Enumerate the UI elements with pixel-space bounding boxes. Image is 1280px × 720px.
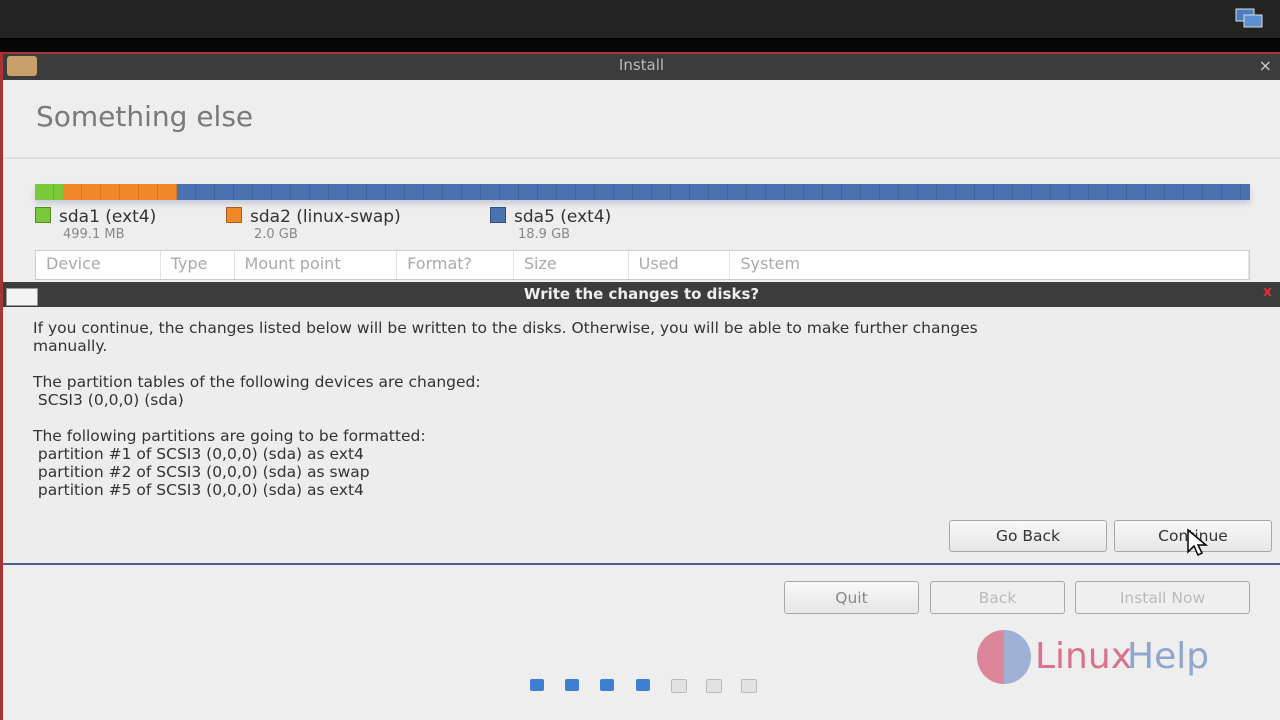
network-icon[interactable] <box>1230 7 1266 31</box>
page-title: Something else <box>36 100 254 133</box>
format-item: partition #2 of SCSI3 (0,0,0) (sda) as s… <box>33 463 370 481</box>
partition-table-header: Device Type Mount point Format? Size Used Syst… <box>35 250 1250 280</box>
quit-button[interactable]: Quit <box>784 581 919 614</box>
partition-legend-item: sda5 (ext4) 18.9 GB <box>490 207 611 242</box>
partition-segment <box>177 184 1250 200</box>
partition-segment <box>35 184 63 200</box>
partition-legend-item: sda2 (linux-swap) 2.0 GB <box>226 207 401 242</box>
progress-step-dot <box>565 679 579 691</box>
format-item: partition #5 of SCSI3 (0,0,0) (sda) as e… <box>33 481 364 499</box>
column-header[interactable]: Mount point <box>235 251 398 279</box>
partition-name: sda1 (ext4) <box>59 207 157 227</box>
panel-gap <box>0 38 1280 52</box>
column-header[interactable]: Format? <box>397 251 514 279</box>
divider <box>3 157 1280 159</box>
column-header[interactable]: Type <box>161 251 235 279</box>
partition-color-swatch <box>490 207 506 223</box>
dialog-intro: If you continue, the changes listed belo… <box>33 319 978 355</box>
watermark-text-help: Help <box>1127 636 1210 677</box>
partition-color-swatch <box>226 207 242 223</box>
mouse-cursor-icon <box>1187 528 1209 557</box>
back-button[interactable]: Back <box>930 581 1065 614</box>
format-header: The following partitions are going to be… <box>33 427 426 445</box>
progress-step-dot <box>636 679 650 691</box>
format-item: partition #1 of SCSI3 (0,0,0) (sda) as e… <box>33 445 364 463</box>
progress-step-dot <box>741 679 757 693</box>
top-panel <box>0 0 1280 38</box>
partition-color-swatch <box>35 207 51 223</box>
partition-name: sda5 (ext4) <box>514 207 612 227</box>
linuxhelp-watermark: Linux Help <box>975 628 1235 688</box>
progress-step-dot <box>600 679 614 691</box>
dialog-window-icon <box>6 288 38 306</box>
window-title: Install <box>618 56 665 74</box>
column-header[interactable]: Device <box>36 251 161 279</box>
install-now-button[interactable]: Install Now <box>1075 581 1250 614</box>
column-header[interactable]: Size <box>514 251 629 279</box>
tables-item: SCSI3 (0,0,0) (sda) <box>33 391 184 409</box>
window-titlebar: Install × <box>3 54 1280 80</box>
window-close-button[interactable]: × <box>1259 55 1272 77</box>
progress-step-dot <box>706 679 722 693</box>
column-header[interactable]: Used <box>629 251 731 279</box>
partition-legend-item: sda1 (ext4) 499.1 MB <box>35 207 156 242</box>
dialog-title: Write the changes to disks? <box>523 285 760 303</box>
go-back-button[interactable]: Go Back <box>949 520 1107 552</box>
dialog-close-button[interactable]: x <box>1263 284 1272 300</box>
partition-size: 2.0 GB <box>254 227 298 242</box>
progress-step-dot <box>530 679 544 691</box>
partition-size: 499.1 MB <box>63 227 125 242</box>
tables-header: The partition tables of the following de… <box>33 373 481 391</box>
partition-name: sda2 (linux-swap) <box>250 207 401 227</box>
column-header[interactable]: System <box>730 251 1249 279</box>
dialog-titlebar: Write the changes to disks? <box>3 282 1280 307</box>
linuxhelp-logo-icon <box>977 630 1031 684</box>
partition-size: 18.9 GB <box>518 227 571 242</box>
progress-step-dot <box>671 679 687 693</box>
write-changes-dialog: Write the changes to disks? x If you con… <box>3 282 1280 565</box>
installer-icon <box>7 56 37 76</box>
watermark-text-linux: Linux <box>1035 636 1132 677</box>
partition-segment <box>62 184 178 200</box>
partition-bar <box>35 184 1250 200</box>
